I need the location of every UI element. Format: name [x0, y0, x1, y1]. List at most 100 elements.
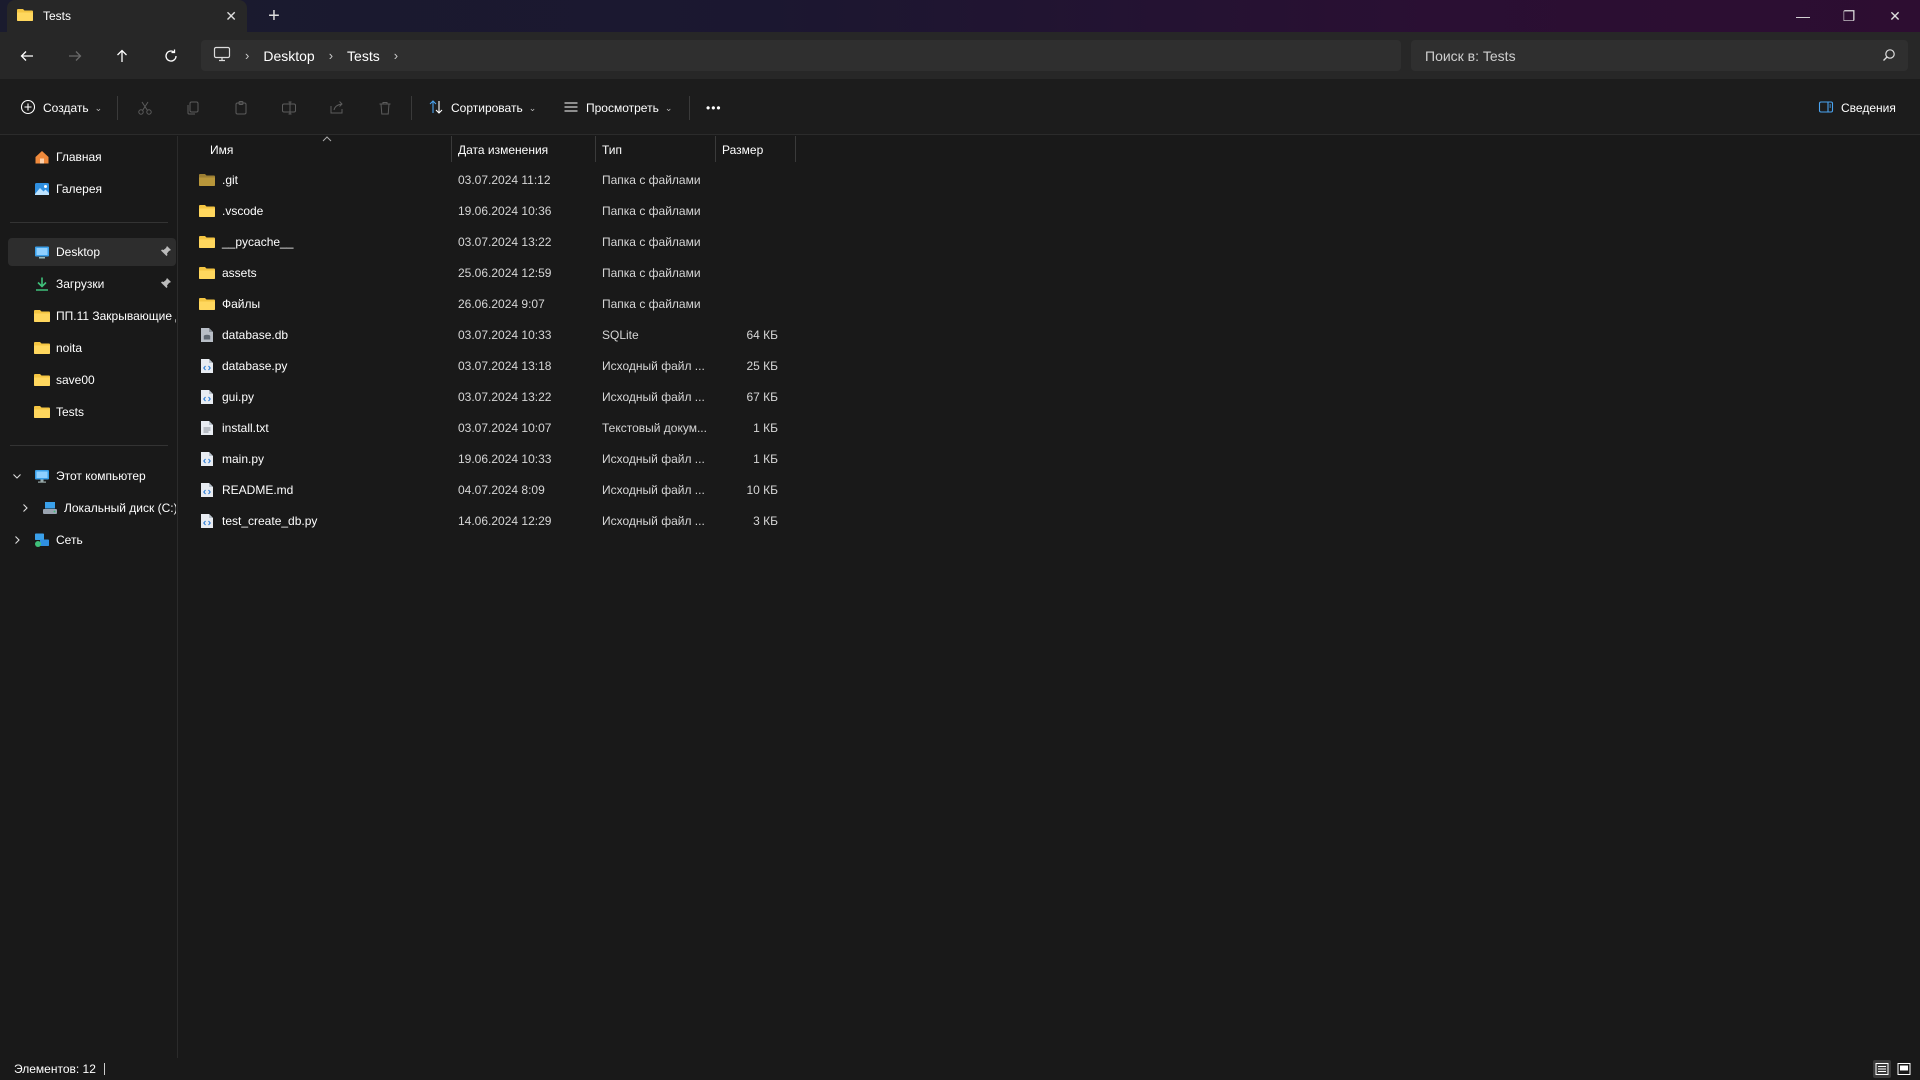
sidebar-item-noita[interactable]: noita: [8, 334, 176, 362]
status-bar: Элементов: 12: [0, 1058, 1920, 1080]
file-name-cell[interactable]: gui.py: [198, 381, 438, 412]
file-size: 10 КБ: [746, 482, 778, 497]
tiles-view-button[interactable]: [1895, 1060, 1913, 1078]
sidebar-item-downloads[interactable]: Загрузки: [8, 270, 176, 298]
forward-button[interactable]: [61, 43, 89, 69]
sidebar-item-tests[interactable]: Tests: [8, 398, 176, 426]
chevron-down-icon: ⌄: [94, 102, 103, 113]
file-row[interactable]: install.txt 03.07.2024 10:07 Текстовый док…: [190, 412, 798, 443]
file-date: 03.07.2024 11:12: [458, 172, 551, 187]
details-view-button[interactable]: [1873, 1060, 1891, 1078]
column-header-type[interactable]: Тип: [596, 138, 622, 162]
file-name-cell[interactable]: main.py: [198, 443, 438, 474]
close-window-button[interactable]: ✕: [1872, 0, 1918, 32]
cut-button[interactable]: [134, 97, 156, 119]
database-file-icon: [198, 327, 216, 343]
column-resize-handle[interactable]: [795, 136, 796, 162]
sort-ascending-icon: [322, 131, 332, 145]
file-row[interactable]: test_create_db.py 14.06.2024 12:29 Исходны…: [190, 505, 798, 536]
details-button[interactable]: Сведения: [1818, 96, 1896, 120]
tab-tests[interactable]: Tests ✕: [7, 0, 247, 32]
file-row[interactable]: gui.py 03.07.2024 13:22 Исходный файл ... 6…: [190, 381, 798, 412]
folder-icon: [34, 372, 50, 388]
file-name-cell[interactable]: __pycache__: [198, 226, 438, 257]
file-type: Папка с файлами: [602, 203, 701, 218]
file-row[interactable]: Файлы 26.06.2024 9:07 Папка с файлами: [190, 288, 798, 319]
sidebar-item-desktop[interactable]: Desktop: [8, 238, 176, 266]
paste-button[interactable]: [230, 97, 252, 119]
column-header-size[interactable]: Размер: [716, 138, 763, 162]
text-file-icon: [198, 420, 216, 436]
create-button[interactable]: Создать ⌄: [20, 96, 102, 120]
column-header-label: Тип: [602, 143, 623, 157]
breadcrumb-separator[interactable]: ›: [329, 48, 333, 63]
file-name-cell[interactable]: database.db: [198, 319, 438, 350]
file-row[interactable]: .vscode 19.06.2024 10:36 Папка с файлами: [190, 195, 798, 226]
sidebar-item-local-disk[interactable]: Локальный диск (C:): [8, 494, 176, 522]
view-button[interactable]: Просмотреть ⌄: [563, 96, 672, 120]
close-tab-icon[interactable]: ✕: [225, 8, 237, 25]
copy-icon: [187, 101, 199, 115]
file-name-cell[interactable]: Файлы: [198, 288, 438, 319]
file-name-cell[interactable]: assets: [198, 257, 438, 288]
file-name-cell[interactable]: database.py: [198, 350, 438, 381]
sidebar-item-pp11[interactable]: ПП.11 Закрывающие документы: [8, 302, 176, 330]
breadcrumb-separator[interactable]: ›: [394, 48, 398, 63]
file-row[interactable]: .git 03.07.2024 11:12 Папка с файлами: [190, 164, 798, 195]
file-name: install.txt: [222, 420, 269, 435]
refresh-button[interactable]: [157, 43, 185, 69]
file-name-cell[interactable]: .vscode: [198, 195, 438, 226]
breadcrumb-separator[interactable]: ›: [245, 48, 249, 63]
rename-button[interactable]: [278, 97, 300, 119]
file-name: __pycache__: [222, 234, 294, 249]
search-placeholder: Поиск в: Tests: [1425, 47, 1516, 64]
file-date: 03.07.2024 10:33: [458, 327, 552, 342]
folder-icon: [198, 203, 216, 219]
file-type: Текстовый докум...: [602, 420, 707, 435]
minimize-button[interactable]: —: [1780, 0, 1826, 32]
file-name-cell[interactable]: install.txt: [198, 412, 438, 443]
maximize-button[interactable]: ❐: [1826, 0, 1872, 32]
code-file-icon: [198, 358, 216, 374]
add-icon: [20, 99, 36, 118]
file-name-cell[interactable]: README.md: [198, 474, 438, 505]
more-options-button[interactable]: •••: [706, 96, 722, 120]
sidebar-item-label: ПП.11 Закрывающие документы: [56, 309, 176, 323]
delete-button[interactable]: [374, 97, 396, 119]
address-bar[interactable]: › Desktop › Tests ›: [201, 40, 1401, 71]
new-tab-button[interactable]: +: [262, 4, 286, 28]
file-name-cell[interactable]: .git: [198, 164, 438, 195]
column-header-name[interactable]: Имя: [204, 138, 233, 162]
file-row[interactable]: README.md 04.07.2024 8:09 Исходный файл ..…: [190, 474, 798, 505]
sidebar-item-network[interactable]: Сеть: [8, 526, 176, 554]
sidebar-item-gallery[interactable]: Галерея: [8, 175, 176, 203]
copy-button[interactable]: [182, 97, 204, 119]
file-size: 64 КБ: [746, 327, 778, 342]
up-button[interactable]: [108, 43, 136, 69]
file-row[interactable]: __pycache__ 03.07.2024 13:22 Папка с файла…: [190, 226, 798, 257]
sidebar-item-home[interactable]: Главная: [8, 143, 176, 171]
file-type: Папка с файлами: [602, 265, 701, 280]
drive-icon: [42, 500, 58, 516]
pin-icon[interactable]: [160, 277, 172, 292]
file-row[interactable]: database.py 03.07.2024 13:18 Исходный файл…: [190, 350, 798, 381]
sidebar-item-this-pc[interactable]: Этот компьютер: [8, 462, 176, 490]
chevron-down-icon: ⌄: [528, 102, 537, 113]
back-button[interactable]: [13, 43, 41, 69]
code-file-icon: [198, 482, 216, 498]
file-row[interactable]: main.py 19.06.2024 10:33 Исходный файл ...…: [190, 443, 798, 474]
breadcrumb-desktop[interactable]: Desktop: [263, 48, 314, 64]
column-header-date[interactable]: Дата изменения: [452, 138, 548, 162]
file-name-cell[interactable]: test_create_db.py: [198, 505, 438, 536]
sidebar-item-save00[interactable]: save00: [8, 366, 176, 394]
share-button[interactable]: [326, 97, 348, 119]
trash-icon: [379, 102, 391, 115]
file-row[interactable]: assets 25.06.2024 12:59 Папка с файлами: [190, 257, 798, 288]
file-row[interactable]: database.db 03.07.2024 10:33 SQLite 64 КБ: [190, 319, 798, 350]
breadcrumb-tests[interactable]: Tests: [347, 48, 380, 64]
create-label: Создать: [43, 101, 89, 115]
sort-button[interactable]: Сортировать ⌄: [428, 96, 536, 120]
pin-icon[interactable]: [160, 245, 172, 260]
column-header-label: Размер: [722, 143, 764, 157]
search-input[interactable]: Поиск в: Tests: [1411, 40, 1908, 71]
